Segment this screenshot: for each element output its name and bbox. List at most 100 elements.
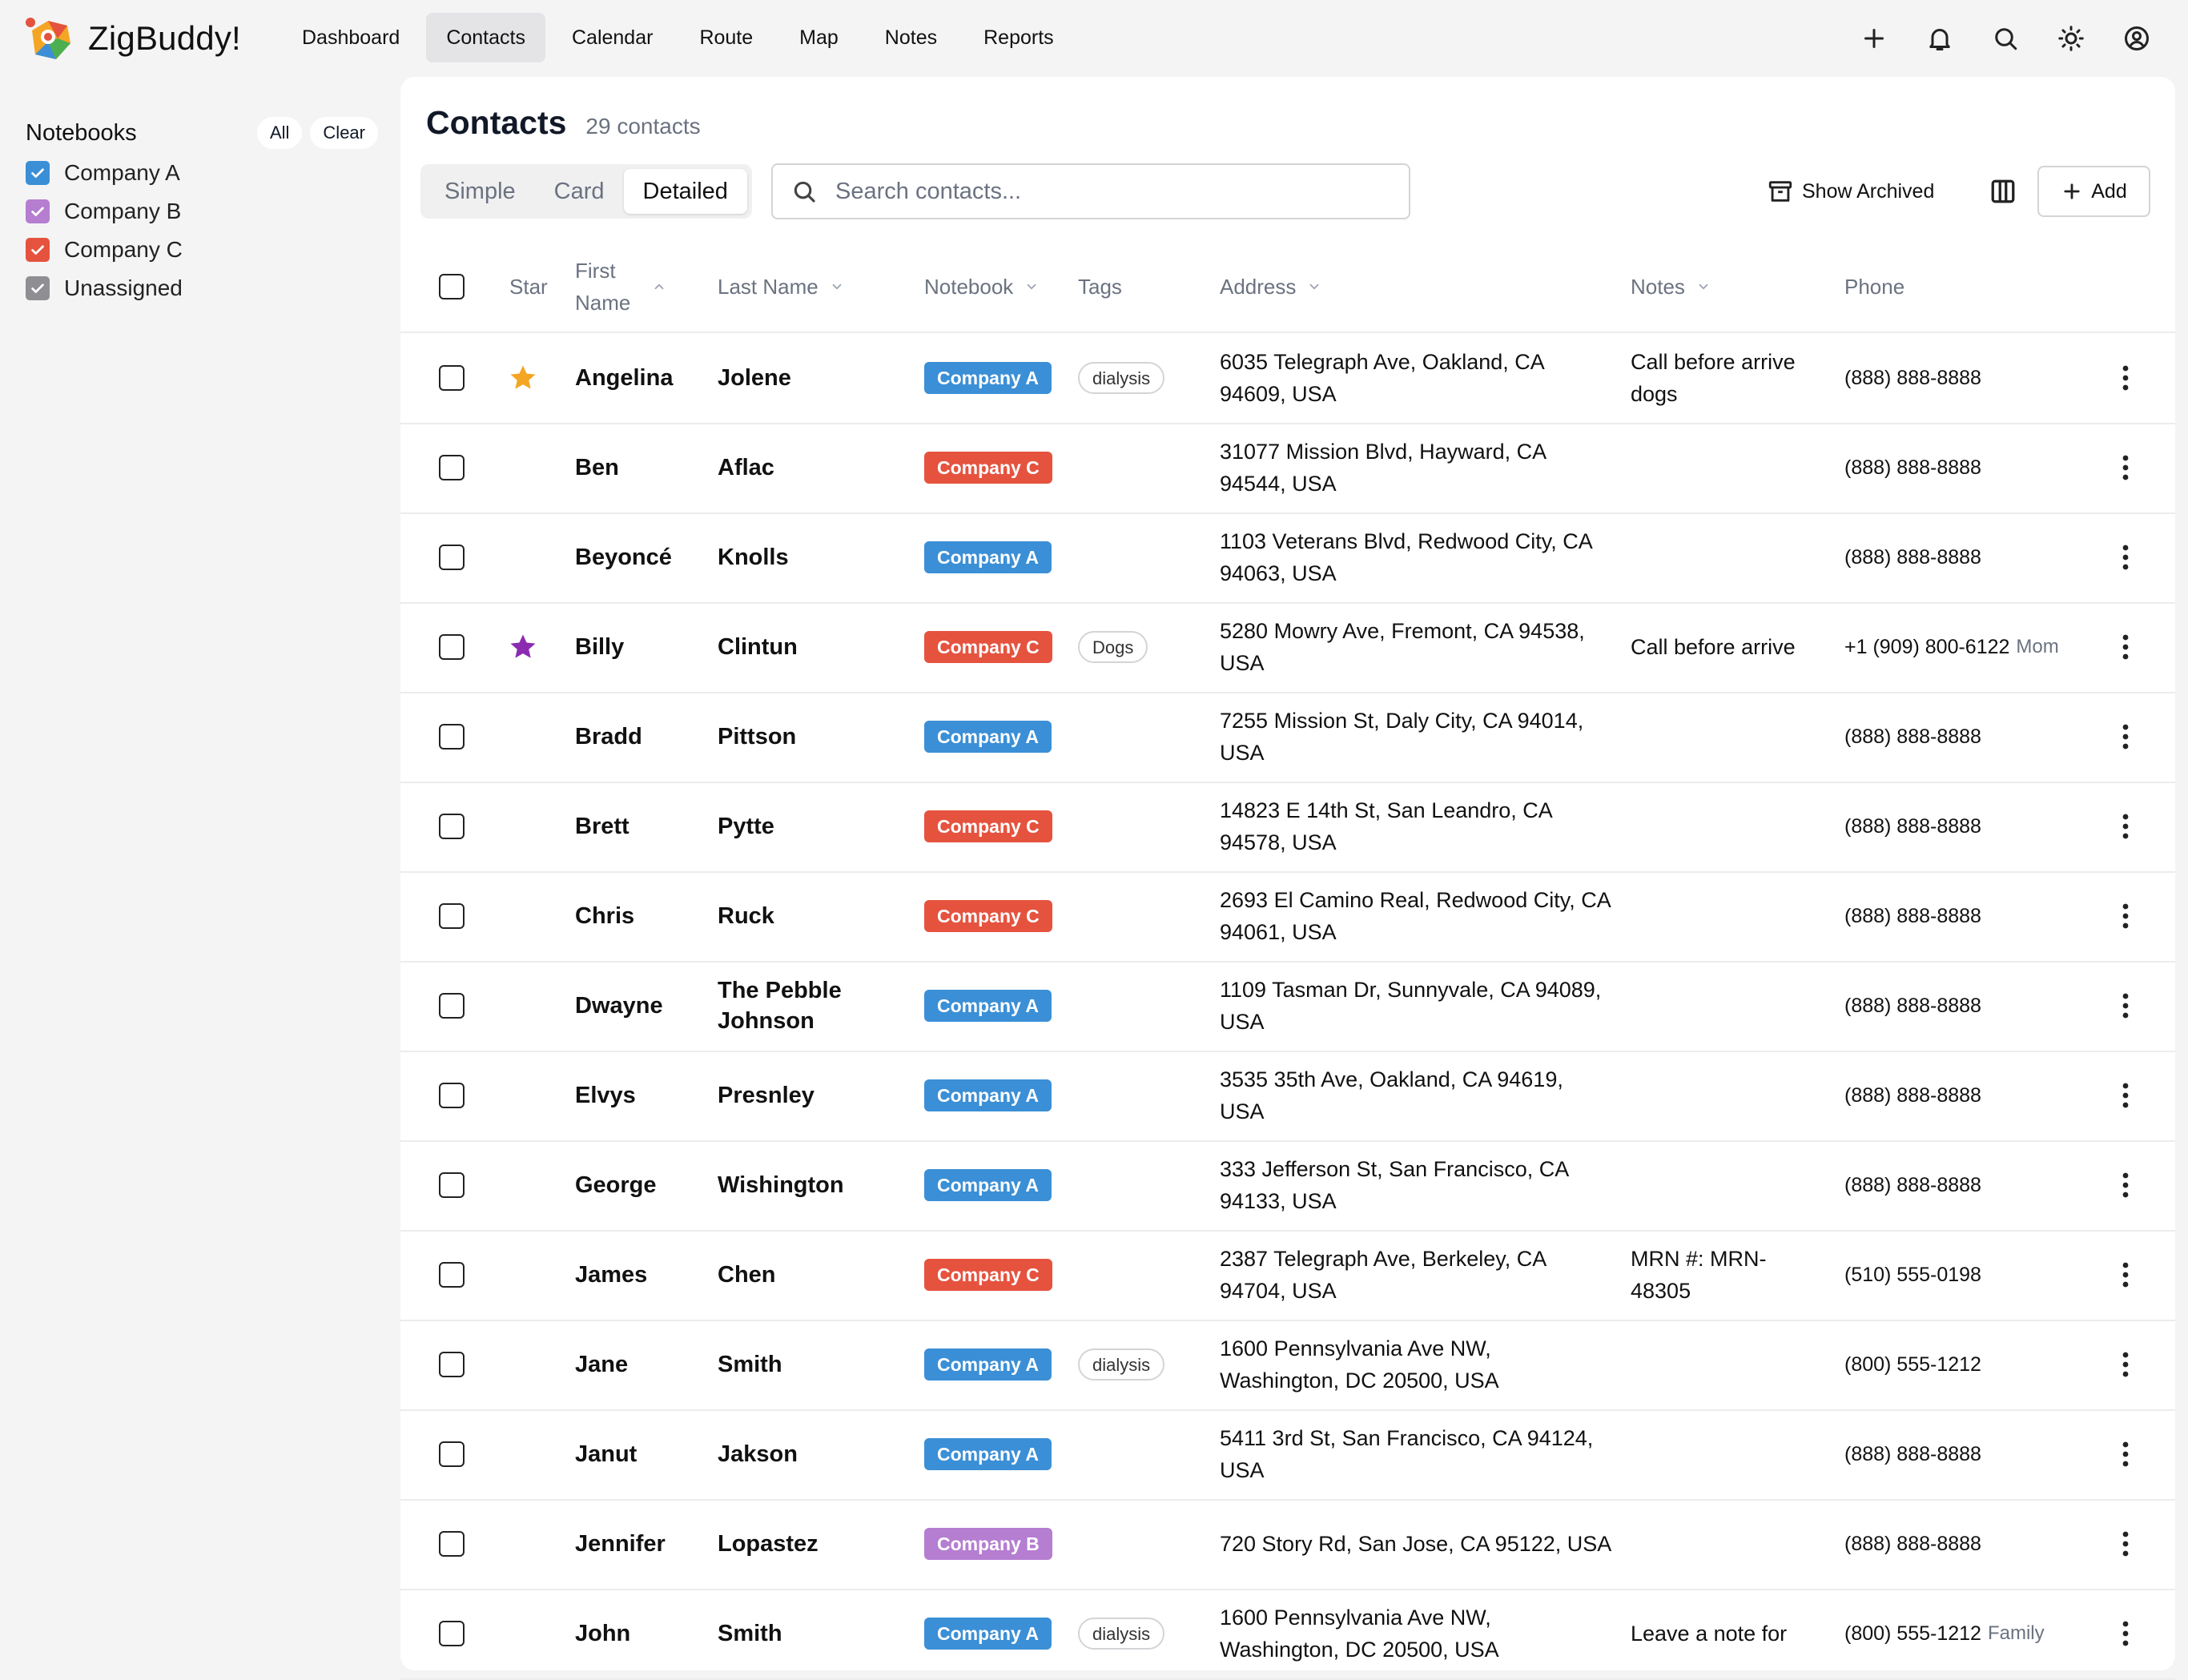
global-search-button[interactable] — [1985, 18, 2026, 59]
notifications-button[interactable] — [1919, 18, 1961, 59]
star-toggle[interactable] — [508, 692, 540, 782]
star-toggle[interactable] — [508, 961, 540, 1051]
notebook-badge[interactable]: Company A — [924, 1348, 1052, 1381]
checkbox-checked-icon[interactable] — [26, 161, 50, 185]
phone-number[interactable]: (888) 888-8888 — [1844, 1443, 1981, 1466]
table-row[interactable]: Elvys Presnley Company A 3535 35th Ave, Oak… — [400, 1051, 2175, 1142]
column-header-address[interactable]: Address — [1220, 274, 1321, 299]
add-contact-button[interactable]: Add — [2037, 166, 2150, 217]
row-checkbox[interactable] — [439, 1441, 465, 1467]
select-all-checkbox[interactable] — [439, 274, 465, 299]
row-actions-button[interactable] — [2110, 541, 2142, 573]
column-header-star[interactable]: Star — [509, 274, 548, 299]
notebook-badge[interactable]: Company A — [924, 990, 1052, 1022]
nav-contacts[interactable]: Contacts — [426, 13, 545, 62]
row-checkbox[interactable] — [439, 455, 465, 480]
row-actions-button[interactable] — [2110, 721, 2142, 753]
row-actions-button[interactable] — [2110, 810, 2142, 842]
notebook-item-company-c[interactable]: Company C — [26, 231, 378, 269]
table-row[interactable]: Jennifer Lopastez Company B 720 Story Rd, S… — [400, 1499, 2175, 1590]
notebook-item-company-a[interactable]: Company A — [26, 154, 378, 192]
star-toggle[interactable] — [508, 1499, 540, 1589]
star-toggle[interactable] — [508, 423, 540, 512]
nav-calendar[interactable]: Calendar — [552, 13, 673, 62]
notebook-badge[interactable]: Company A — [924, 1618, 1052, 1650]
brand[interactable]: ZigBuddy! — [24, 14, 241, 62]
star-toggle[interactable] — [508, 602, 538, 692]
star-toggle[interactable] — [508, 871, 540, 961]
table-row[interactable]: Jane Smith Company A dialysis 1600 Pennsylva… — [400, 1320, 2175, 1411]
account-button[interactable] — [2116, 18, 2158, 59]
view-card-tab[interactable]: Card — [535, 169, 624, 214]
star-toggle[interactable] — [508, 1409, 540, 1499]
checkbox-checked-icon[interactable] — [26, 276, 50, 300]
row-actions-button[interactable] — [2110, 1169, 2142, 1201]
row-checkbox[interactable] — [439, 1531, 465, 1557]
table-row[interactable]: Ben Aflac Company C 31077 Mission Blvd, Hay… — [400, 423, 2175, 514]
clear-notebooks-button[interactable]: Clear — [310, 117, 378, 149]
table-row[interactable]: Beyoncé Knolls Company A 1103 Veterans Blvd… — [400, 512, 2175, 604]
row-checkbox[interactable] — [439, 1083, 465, 1108]
row-actions-button[interactable] — [2110, 1259, 2142, 1291]
tag-chip[interactable]: Dogs — [1078, 631, 1148, 663]
column-header-notes[interactable]: Notes — [1631, 274, 1711, 299]
star-toggle[interactable] — [508, 1230, 540, 1320]
nav-dashboard[interactable]: Dashboard — [282, 13, 420, 62]
tag-chip[interactable]: dialysis — [1078, 362, 1165, 394]
view-simple-tab[interactable]: Simple — [425, 169, 535, 214]
table-row[interactable]: John Smith Company A dialysis 1600 Pennsylva… — [400, 1589, 2175, 1680]
select-all-notebooks-button[interactable]: All — [256, 117, 303, 149]
theme-toggle-button[interactable] — [2050, 18, 2092, 59]
notebook-badge[interactable]: Company C — [924, 900, 1052, 932]
row-actions-button[interactable] — [2110, 900, 2142, 932]
table-row[interactable]: Brett Pytte Company C 14823 E 14th St, San … — [400, 782, 2175, 873]
table-row[interactable]: Billy Clintun Company C Dogs 5280 Mowry Ave,… — [400, 602, 2175, 693]
notebook-item-company-b[interactable]: Company B — [26, 192, 378, 231]
checkbox-checked-icon[interactable] — [26, 238, 50, 262]
row-checkbox[interactable] — [439, 903, 465, 929]
notebook-badge[interactable]: Company C — [924, 631, 1052, 663]
table-row[interactable]: Chris Ruck Company C 2693 El Camino Real, R… — [400, 871, 2175, 963]
notebook-item-unassigned[interactable]: Unassigned — [26, 269, 378, 307]
phone-number[interactable]: (888) 888-8888 — [1844, 1174, 1981, 1197]
notebook-badge[interactable]: Company C — [924, 810, 1052, 842]
row-actions-button[interactable] — [2110, 631, 2142, 663]
row-actions-button[interactable] — [2110, 990, 2142, 1022]
table-row[interactable]: Bradd Pittson Company A 7255 Mission St, Da… — [400, 692, 2175, 783]
star-toggle[interactable] — [508, 512, 540, 602]
notebook-badge[interactable]: Company A — [924, 721, 1052, 753]
notebook-badge[interactable]: Company B — [924, 1528, 1052, 1560]
star-toggle[interactable] — [508, 1320, 540, 1409]
row-actions-button[interactable] — [2110, 452, 2142, 484]
table-row[interactable]: Angelina Jolene Company A dialysis 6035 Tele… — [400, 333, 2175, 424]
phone-number[interactable]: +1 (909) 800-6122 — [1844, 636, 2009, 659]
phone-number[interactable]: (888) 888-8888 — [1844, 367, 1981, 390]
table-row[interactable]: Janut Jakson Company A 5411 3rd St, San Fra… — [400, 1409, 2175, 1501]
row-actions-button[interactable] — [2110, 1528, 2142, 1560]
star-toggle[interactable] — [508, 1140, 540, 1230]
show-archived-button[interactable]: Show Archived — [1767, 167, 1934, 216]
search-input[interactable] — [834, 177, 1349, 206]
phone-number[interactable]: (888) 888-8888 — [1844, 1084, 1981, 1107]
phone-number[interactable]: (800) 555-1212 — [1844, 1622, 1981, 1646]
row-checkbox[interactable] — [439, 1262, 465, 1288]
row-actions-button[interactable] — [2110, 1618, 2142, 1650]
row-actions-button[interactable] — [2110, 1438, 2142, 1470]
tag-chip[interactable]: dialysis — [1078, 1618, 1165, 1650]
row-actions-button[interactable] — [2110, 1079, 2142, 1111]
row-checkbox[interactable] — [439, 724, 465, 750]
phone-number[interactable]: (888) 888-8888 — [1844, 546, 1981, 569]
tag-chip[interactable]: dialysis — [1078, 1348, 1165, 1381]
notebook-badge[interactable]: Company A — [924, 362, 1052, 394]
row-checkbox[interactable] — [439, 634, 465, 660]
nav-map[interactable]: Map — [779, 13, 859, 62]
star-toggle[interactable] — [508, 1589, 540, 1678]
row-checkbox[interactable] — [439, 1352, 465, 1377]
table-row[interactable]: George Wishington Company A 333 Jefferson S… — [400, 1140, 2175, 1232]
phone-number[interactable]: (888) 888-8888 — [1844, 905, 1981, 928]
notebook-badge[interactable]: Company A — [924, 1079, 1052, 1111]
notebook-badge[interactable]: Company C — [924, 452, 1052, 484]
table-row[interactable]: Dwayne The Pebble Johnson Company A 1109 Ta… — [400, 961, 2175, 1052]
notebook-badge[interactable]: Company A — [924, 1169, 1052, 1201]
nav-route[interactable]: Route — [679, 13, 773, 62]
